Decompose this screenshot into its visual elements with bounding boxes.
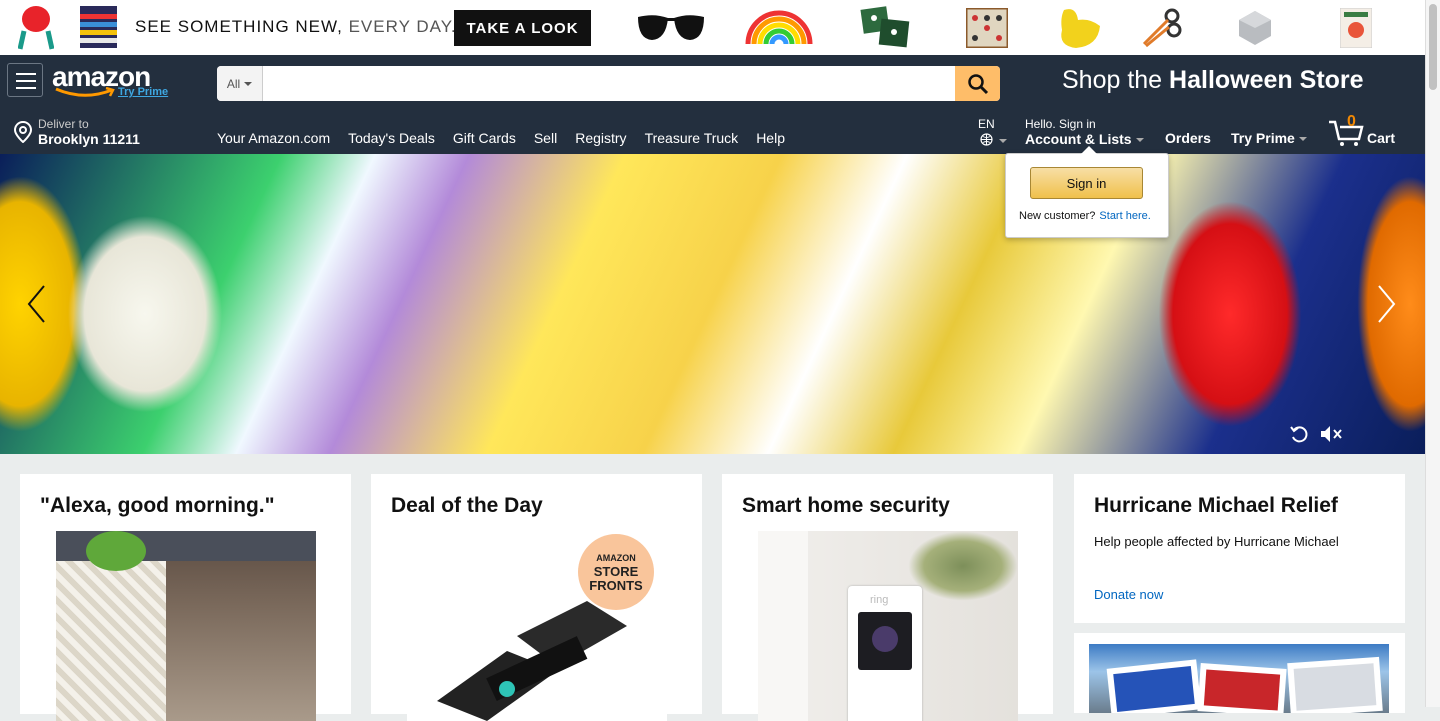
card-hurricane-relief: Hurricane Michael Relief Help people aff…: [1074, 474, 1405, 623]
card-smart-home-security: Smart home security ring: [722, 474, 1053, 721]
nav-link-help[interactable]: Help: [756, 130, 785, 146]
signin-popover: Sign in New customer? Start here.: [1005, 146, 1169, 238]
pillows-icon[interactable]: [860, 6, 912, 48]
cart-icon: [1329, 120, 1364, 146]
account-lists-menu[interactable]: Hello. Sign in Account & Lists: [1025, 117, 1144, 147]
duck-icon[interactable]: [1056, 6, 1102, 50]
cart-button[interactable]: 0 Cart: [1328, 113, 1408, 147]
menu-button[interactable]: [7, 63, 43, 97]
card-title: "Alexa, good morning.": [40, 494, 275, 517]
nav-links: Your Amazon.com Today's Deals Gift Cards…: [217, 130, 785, 146]
amazon-logo[interactable]: amazon Try Prime: [52, 63, 168, 99]
mute-icon[interactable]: [1319, 424, 1343, 444]
card-alexa: "Alexa, good morning.": [20, 474, 351, 721]
hero-carousel[interactable]: [0, 154, 1425, 454]
card-cars-promo: [1074, 633, 1405, 713]
balloon-icon[interactable]: [18, 5, 54, 51]
try-prime-menu[interactable]: Try Prime: [1231, 130, 1307, 146]
halloween-store-banner[interactable]: Shop the Halloween Store: [1062, 66, 1364, 95]
carousel-prev-icon[interactable]: [26, 284, 46, 324]
ring-camera-image[interactable]: ring: [758, 531, 1018, 721]
blanket-icon[interactable]: [80, 6, 117, 48]
location-pin-icon: [14, 121, 32, 143]
nav-link-registry[interactable]: Registry: [575, 130, 626, 146]
connect-four-icon[interactable]: [966, 8, 1008, 48]
nav-link-todays-deals[interactable]: Today's Deals: [348, 130, 435, 146]
deliver-label: Deliver to: [38, 117, 89, 131]
card-deal-of-the-day: Deal of the Day AMAZON STORE FRONTS: [371, 474, 702, 721]
sunglasses-icon[interactable]: [636, 13, 706, 43]
card-title: Deal of the Day: [391, 494, 543, 517]
take-a-look-button[interactable]: TAKE A LOOK: [454, 10, 591, 46]
relief-subtitle: Help people affected by Hurricane Michae…: [1094, 534, 1339, 549]
main-nav: amazon Try Prime All Shop the Halloween …: [0, 55, 1425, 154]
elliptical-machine-image: [437, 601, 627, 721]
search-category-select[interactable]: All: [217, 66, 263, 101]
card-title: Hurricane Michael Relief: [1094, 494, 1338, 517]
cart-count: 0: [1347, 113, 1356, 130]
cart-label: Cart: [1367, 130, 1396, 146]
promo-strip: SEE SOMETHING NEW, EVERY DAY. TAKE A LOO…: [0, 0, 1425, 55]
promo-tagline: SEE SOMETHING NEW, EVERY DAY.: [135, 17, 457, 36]
snack-box-icon[interactable]: [1340, 8, 1372, 48]
rainbow-icon[interactable]: [745, 10, 813, 44]
deal-product-image[interactable]: AMAZON STORE FRONTS: [407, 531, 667, 721]
sign-in-button[interactable]: Sign in: [1030, 167, 1143, 199]
speaker-icon[interactable]: [1236, 10, 1274, 46]
nav-link-treasure-truck[interactable]: Treasure Truck: [645, 130, 739, 146]
new-customer-text: New customer? Start here.: [1019, 210, 1151, 222]
search-icon: [967, 73, 988, 94]
alexa-product-image[interactable]: [56, 531, 316, 721]
start-here-link[interactable]: Start here.: [1099, 210, 1150, 222]
orders-link[interactable]: Orders: [1165, 130, 1211, 146]
language-selector[interactable]: EN: [978, 117, 1007, 146]
carousel-next-icon[interactable]: [1377, 284, 1397, 324]
card-title: Smart home security: [742, 494, 950, 517]
nav-link-your-amazon[interactable]: Your Amazon.com: [217, 130, 330, 146]
scrollbar-thumb[interactable]: [1429, 4, 1437, 90]
search-input[interactable]: [263, 66, 955, 101]
try-prime-link[interactable]: Try Prime: [118, 86, 168, 98]
smile-icon: [55, 87, 115, 97]
donate-now-link[interactable]: Donate now: [1094, 587, 1163, 602]
scissors-icon[interactable]: [1140, 8, 1182, 48]
storefronts-badge: AMAZON STORE FRONTS: [578, 534, 654, 610]
globe-icon: [980, 133, 993, 146]
ring-camera: ring: [848, 586, 922, 721]
search-bar: All: [217, 66, 1000, 101]
replay-icon[interactable]: [1289, 424, 1309, 444]
nav-link-sell[interactable]: Sell: [534, 130, 557, 146]
nav-link-gift-cards[interactable]: Gift Cards: [453, 130, 516, 146]
page-scrollbar[interactable]: [1425, 0, 1440, 707]
deliver-location: Brooklyn 11211: [38, 131, 140, 147]
search-button[interactable]: [955, 66, 1000, 101]
cars-promo-image[interactable]: [1089, 644, 1389, 713]
